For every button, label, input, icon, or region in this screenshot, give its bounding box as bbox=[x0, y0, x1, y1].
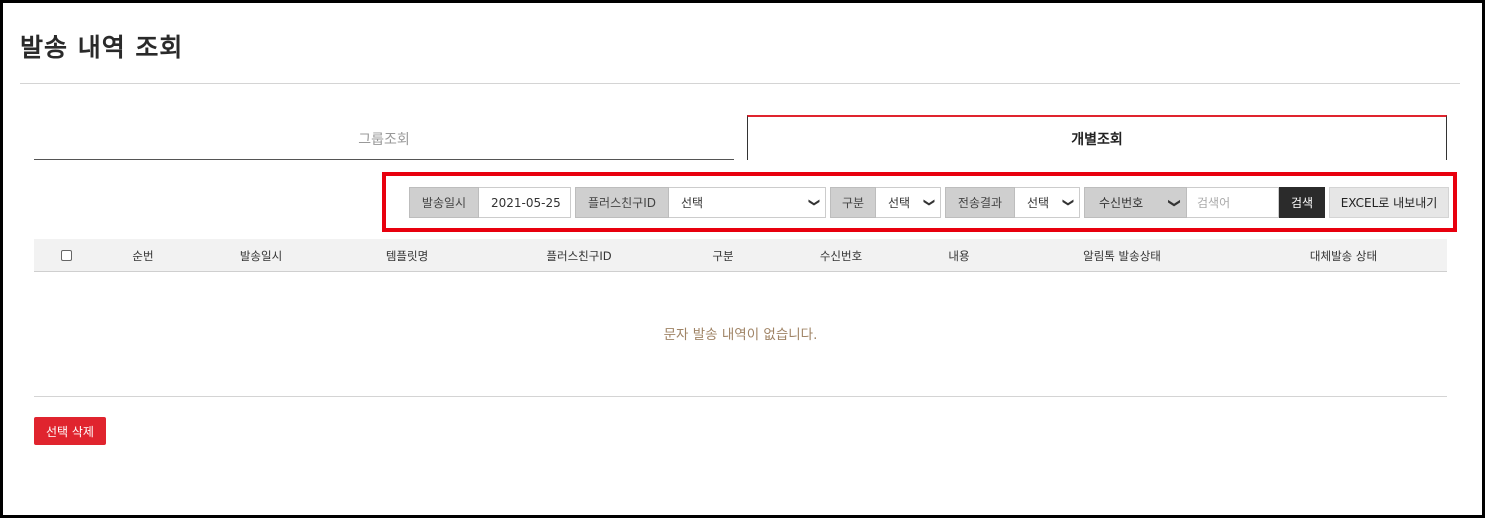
plusfriend-id-select-value: 선택 bbox=[681, 196, 704, 210]
column-header: 구분 bbox=[712, 248, 734, 263]
send-result-label: 전송결과 bbox=[945, 187, 1015, 218]
column-header: 플러스친구ID bbox=[546, 248, 612, 263]
search-input[interactable]: 검색어 bbox=[1187, 187, 1279, 218]
tab-individual-view[interactable]: 개별조회 bbox=[747, 115, 1447, 160]
select-all-checkbox[interactable] bbox=[60, 250, 72, 261]
empty-table-message: 문자 발송 내역이 없습니다. bbox=[663, 327, 818, 343]
table-bottom-divider bbox=[34, 396, 1447, 397]
category-select-value: 선택 bbox=[888, 196, 911, 210]
tab-group-view[interactable]: 그룹조회 bbox=[34, 118, 734, 160]
excel-export-button[interactable]: EXCEL로 내보내기 bbox=[1329, 187, 1449, 218]
column-header: 순번 bbox=[132, 248, 154, 263]
search-button[interactable]: 검색 bbox=[1279, 187, 1325, 218]
send-result-select-value: 선택 bbox=[1027, 196, 1050, 210]
chevron-down-icon: ❯ bbox=[1061, 197, 1075, 208]
table-header: 순번 발송일시 템플릿명 플러스친구ID 구분 수신번호 내용 알림톡 발송상태… bbox=[34, 239, 1447, 272]
filter-bar: 발송일시 2021-05-25 플러스친구ID 선택 ❯ 구분 선택 ❯ 전송결… bbox=[409, 187, 1449, 218]
column-header: 수신번호 bbox=[819, 248, 863, 263]
chevron-down-icon: ❯ bbox=[922, 197, 936, 208]
plusfriend-id-label: 플러스친구ID bbox=[575, 187, 669, 218]
column-header: 발송일시 bbox=[239, 248, 283, 263]
chevron-down-icon: ❯ bbox=[807, 197, 821, 208]
send-date-label: 발송일시 bbox=[409, 187, 479, 218]
search-type-select[interactable]: 수신번호 ❯ bbox=[1084, 187, 1187, 218]
page-title: 발송 내역 조회 bbox=[20, 33, 184, 62]
chevron-down-icon: ❯ bbox=[1167, 197, 1182, 208]
column-header: 대체발송 상태 bbox=[1309, 248, 1378, 263]
column-header: 내용 bbox=[948, 248, 970, 263]
send-date-input[interactable]: 2021-05-25 bbox=[479, 187, 571, 218]
category-select[interactable]: 선택 ❯ bbox=[876, 187, 941, 218]
search-type-select-value: 수신번호 bbox=[1099, 196, 1144, 210]
category-label: 구분 bbox=[830, 187, 876, 218]
column-header: 알림톡 발송상태 bbox=[1083, 248, 1161, 263]
title-divider bbox=[20, 83, 1460, 84]
delete-selected-button[interactable]: 선택 삭제 bbox=[34, 417, 106, 445]
column-header: 템플릿명 bbox=[385, 248, 429, 263]
send-result-select[interactable]: 선택 ❯ bbox=[1015, 187, 1080, 218]
select-all-cell bbox=[34, 239, 98, 272]
plusfriend-id-select[interactable]: 선택 ❯ bbox=[669, 187, 826, 218]
